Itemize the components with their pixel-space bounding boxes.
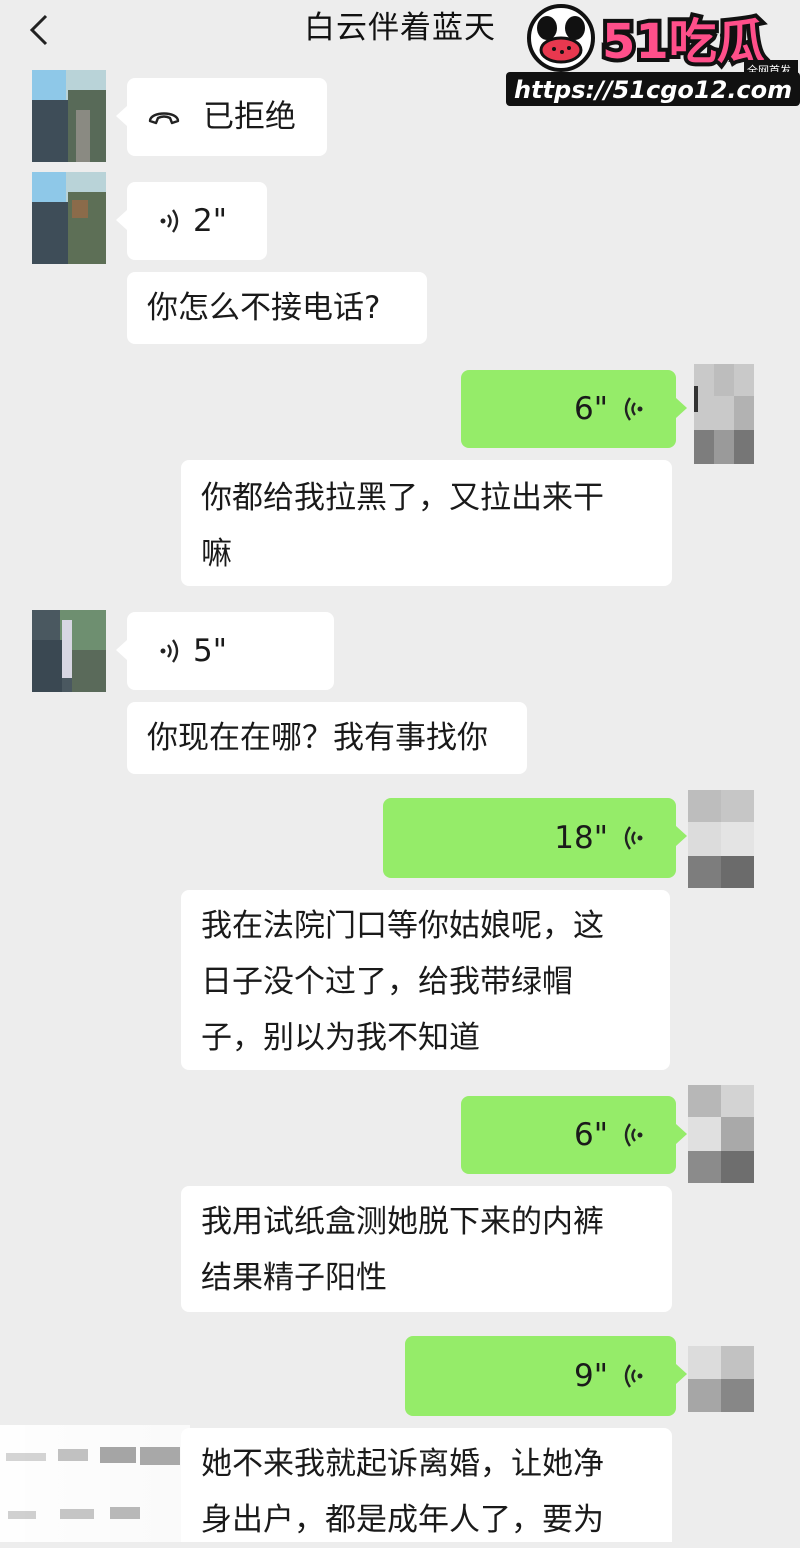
voice-message-bubble[interactable]: 6" xyxy=(461,370,687,448)
message-text-line: 你都给我拉黑了，又拉出来干 xyxy=(201,480,604,516)
voice-message-bubble[interactable]: 6" xyxy=(461,1096,687,1174)
text-message-bubble[interactable]: 你现在在哪？我有事找你 xyxy=(127,702,527,774)
voice-duration: 6" xyxy=(574,1117,608,1153)
message-text-line: 日子没个过了，给我带绿帽 xyxy=(201,964,573,1000)
contact-avatar[interactable] xyxy=(32,70,106,162)
voice-wave-icon xyxy=(160,209,179,233)
contact-avatar[interactable] xyxy=(32,610,106,702)
message-text: 你怎么不接电话? xyxy=(147,290,381,326)
text-message-bubble[interactable]: 我用试纸盒测她脱下来的内裤 结果精子阳性 xyxy=(181,1186,672,1312)
voice-duration: 6" xyxy=(574,391,608,427)
contact-avatar[interactable] xyxy=(32,172,106,264)
voice-message-bubble[interactable]: 5" xyxy=(116,612,334,690)
my-avatar[interactable] xyxy=(688,790,754,888)
message-text-line: 她不来我就起诉离婚，让她净 xyxy=(201,1446,604,1482)
my-avatar[interactable] xyxy=(688,1346,754,1412)
message-text-line: 子，别以为我不知道 xyxy=(201,1020,480,1056)
watermark-logo: 51吃瓜 全网首发 https://51cgo12.com xyxy=(506,0,800,108)
blurred-overlay xyxy=(0,1425,190,1542)
voice-message-bubble[interactable]: 2" xyxy=(116,182,267,260)
call-status-text: 已拒绝 xyxy=(203,99,296,135)
voice-duration: 5" xyxy=(193,633,227,669)
text-message-bubble[interactable]: 你怎么不接电话? xyxy=(127,272,427,344)
voice-wave-icon xyxy=(624,1123,643,1147)
voice-wave-icon xyxy=(624,397,643,421)
svg-text:https://51cgo12.com: https://51cgo12.com xyxy=(514,76,792,104)
voice-wave-icon xyxy=(624,826,643,850)
message-text-line: 结果精子阳性 xyxy=(201,1260,387,1296)
text-message-bubble[interactable]: 我在法院门口等你姑娘呢，这 日子没个过了，给我带绿帽 子，别以为我不知道 xyxy=(181,890,670,1070)
message-text-line: 我用试纸盒测她脱下来的内裤 xyxy=(201,1204,604,1240)
message-text-line: 嘛 xyxy=(201,536,232,572)
voice-duration: 9" xyxy=(574,1358,608,1394)
message-text-line: 身出户，都是成年人了，要为 xyxy=(201,1502,604,1538)
text-message-bubble[interactable]: 她不来我就起诉离婚，让她净 身出户，都是成年人了，要为 xyxy=(181,1428,672,1542)
call-declined-bubble[interactable]: 已拒绝 xyxy=(116,78,327,156)
voice-wave-icon xyxy=(160,639,179,663)
voice-duration: 2" xyxy=(193,203,227,239)
my-avatar[interactable] xyxy=(688,1085,754,1183)
voice-wave-icon xyxy=(624,1364,643,1388)
my-avatar[interactable] xyxy=(694,364,754,464)
voice-message-bubble[interactable]: 18" xyxy=(383,798,687,878)
voice-message-bubble[interactable]: 9" xyxy=(405,1336,687,1416)
text-message-bubble[interactable]: 你都给我拉黑了，又拉出来干 嘛 xyxy=(181,460,672,586)
phone-hangup-icon xyxy=(148,112,180,125)
svg-text:51吃瓜: 51吃瓜 xyxy=(602,14,765,70)
voice-duration: 18" xyxy=(554,820,608,856)
message-text: 你现在在哪？我有事找你 xyxy=(147,720,488,756)
message-text-line: 我在法院门口等你姑娘呢，这 xyxy=(201,908,604,944)
